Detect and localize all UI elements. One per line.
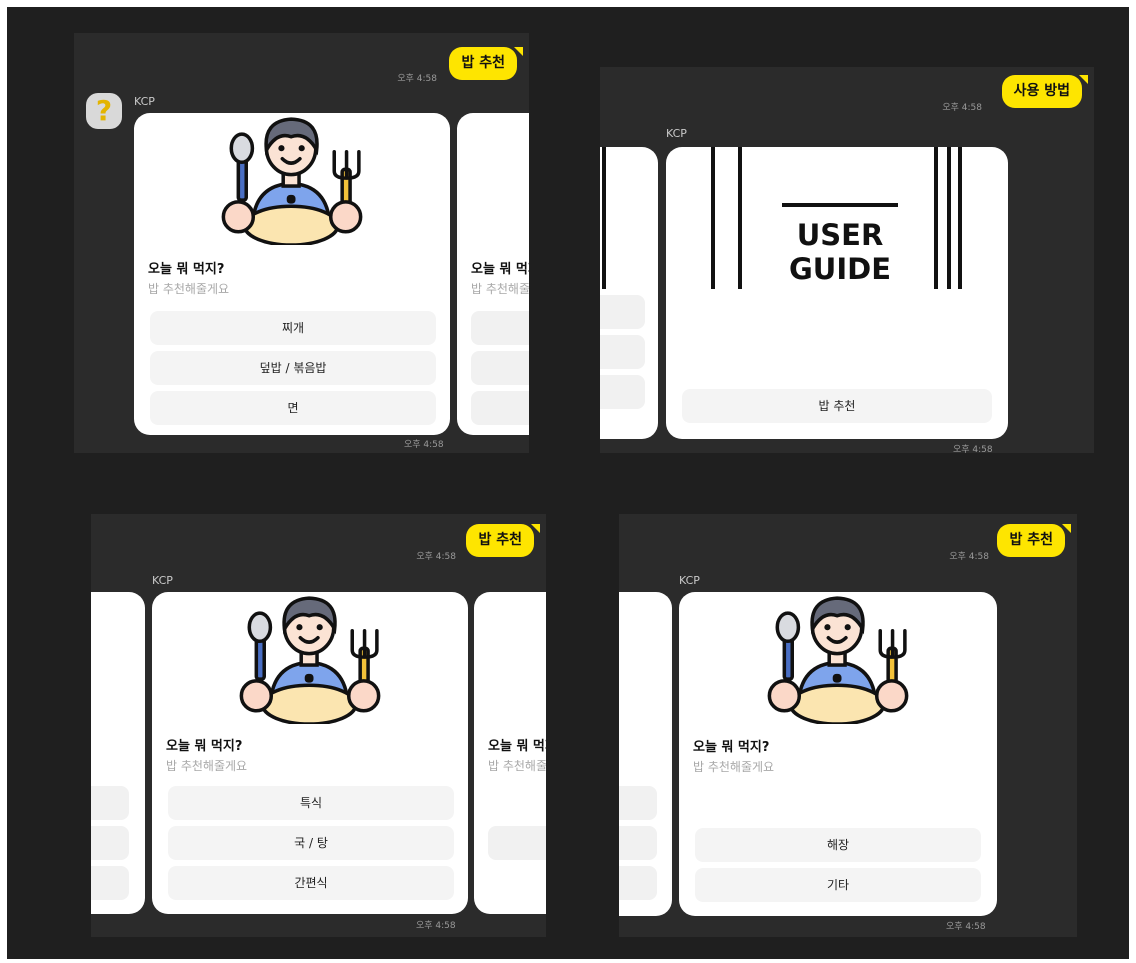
carousel-card-next[interactable]: 오늘 뭐 먹지? 밥 추천해줄게요: [457, 113, 529, 435]
option-button[interactable]: [471, 391, 529, 425]
guide-decor-line: [711, 147, 715, 289]
sent-time: 오후 4:58: [416, 552, 456, 562]
guide-decor-line: [947, 147, 951, 289]
card-subtitle: 밥 추천해줄게요: [693, 760, 775, 774]
card-title: 오늘 뭐 먹지?: [148, 262, 225, 277]
guide-decor-line: [958, 147, 962, 289]
carousel-card-prev[interactable]: [91, 592, 145, 914]
option-button[interactable]: [471, 311, 529, 345]
card-subtitle: 밥 추천해줄게요: [471, 282, 529, 296]
option-button[interactable]: [488, 826, 546, 860]
option-button[interactable]: 덮밥 / 볶음밥: [150, 351, 436, 385]
user-guide-card: USER GUIDE 밥 추천: [666, 147, 1008, 439]
guide-title-line1: USER: [796, 218, 884, 252]
chat-panel-3: 밥 추천 오후 4:58 KCP 오늘 뭐 먹지? 밥 추천해줄게요 특식 국 …: [91, 514, 546, 937]
option-button[interactable]: [619, 866, 657, 900]
option-button[interactable]: [600, 295, 645, 329]
sender-name: KCP: [152, 574, 173, 587]
guide-title-line2: GUIDE: [788, 252, 892, 286]
sent-time: 오후 4:58: [397, 74, 437, 84]
question-icon: ?: [95, 94, 113, 127]
avatar[interactable]: ?: [86, 93, 122, 129]
card-title: 오늘 뭐 먹지?: [693, 740, 770, 755]
sent-bubble: 밥 추천: [449, 47, 517, 80]
eating-person-icon: [239, 596, 381, 724]
guide-decor-line: [738, 147, 742, 289]
sent-bubble: 사용 방법: [1001, 75, 1082, 108]
option-button[interactable]: [619, 826, 657, 860]
card-subtitle: 밥 추천해줄게요: [488, 759, 546, 773]
sent-time: 오후 4:58: [942, 103, 982, 113]
sender-name: KCP: [134, 95, 155, 108]
option-button[interactable]: 찌개: [150, 311, 436, 345]
carousel-card: 오늘 뭐 먹지? 밥 추천해줄게요 해장 기타: [679, 592, 997, 916]
option-button[interactable]: 해장: [695, 828, 981, 862]
received-time: 오후 4:58: [416, 921, 456, 931]
option-button[interactable]: [600, 335, 645, 369]
received-time: 오후 4:58: [953, 445, 993, 453]
card-subtitle: 밥 추천해줄게요: [148, 282, 230, 296]
option-button[interactable]: [91, 866, 129, 900]
guide-title-rule: [782, 203, 898, 207]
card-title: 오늘 뭐 먹지?: [471, 262, 529, 277]
carousel-card: 오늘 뭐 먹지? 밥 추천해줄게요 특식 국 / 탕 간편식: [152, 592, 468, 914]
chat-panel-1: 밥 추천 오후 4:58 ? KCP 오늘 뭐 먹지? 밥 추천해줄게요 찌개 …: [74, 33, 529, 453]
carousel-card-prev[interactable]: [619, 592, 672, 916]
eating-person-icon: [767, 596, 909, 724]
option-button[interactable]: 국 / 탕: [168, 826, 454, 860]
option-button[interactable]: 특식: [168, 786, 454, 820]
carousel-card-prev[interactable]: [600, 147, 658, 439]
option-button[interactable]: 기타: [695, 868, 981, 902]
sent-bubble: 밥 추천: [466, 524, 534, 557]
carousel-card: 오늘 뭐 먹지? 밥 추천해줄게요 찌개 덮밥 / 볶음밥 면: [134, 113, 450, 435]
sender-name: KCP: [666, 127, 687, 140]
guide-decor-line: [602, 147, 606, 289]
bubble-tail: [514, 47, 523, 56]
received-time: 오후 4:58: [404, 440, 444, 450]
card-subtitle: 밥 추천해줄게요: [166, 759, 248, 773]
card-title: 오늘 뭐 먹지?: [166, 739, 243, 754]
sender-name: KCP: [679, 574, 700, 587]
option-button[interactable]: [91, 786, 129, 820]
bubble-tail: [1079, 75, 1088, 84]
chat-panel-2: 사용 방법 오후 4:58 KCP USER GUIDE 밥 추천 오후 4:5…: [600, 67, 1094, 453]
guide-decor-line: [934, 147, 938, 289]
carousel-card-next[interactable]: 오늘 뭐 먹지? 밥 추천해줄게요: [474, 592, 546, 914]
sent-time: 오후 4:58: [949, 552, 989, 562]
option-button[interactable]: [600, 375, 645, 409]
eating-person-icon: [221, 117, 363, 245]
bubble-tail: [1062, 524, 1071, 533]
option-button[interactable]: [619, 786, 657, 820]
option-button[interactable]: 면: [150, 391, 436, 425]
chat-panel-4: 밥 추천 오후 4:58 KCP 오늘 뭐 먹지? 밥 추천해줄게요 해장 기타…: [619, 514, 1077, 937]
card-title: 오늘 뭐 먹지?: [488, 739, 546, 754]
option-button[interactable]: [91, 826, 129, 860]
rice-recommend-button[interactable]: 밥 추천: [682, 389, 992, 423]
sent-bubble: 밥 추천: [997, 524, 1065, 557]
option-button[interactable]: [471, 351, 529, 385]
bubble-tail: [531, 524, 540, 533]
canvas: 밥 추천 오후 4:58 ? KCP 오늘 뭐 먹지? 밥 추천해줄게요 찌개 …: [7, 7, 1129, 959]
received-time: 오후 4:58: [946, 922, 986, 932]
option-button[interactable]: 간편식: [168, 866, 454, 900]
